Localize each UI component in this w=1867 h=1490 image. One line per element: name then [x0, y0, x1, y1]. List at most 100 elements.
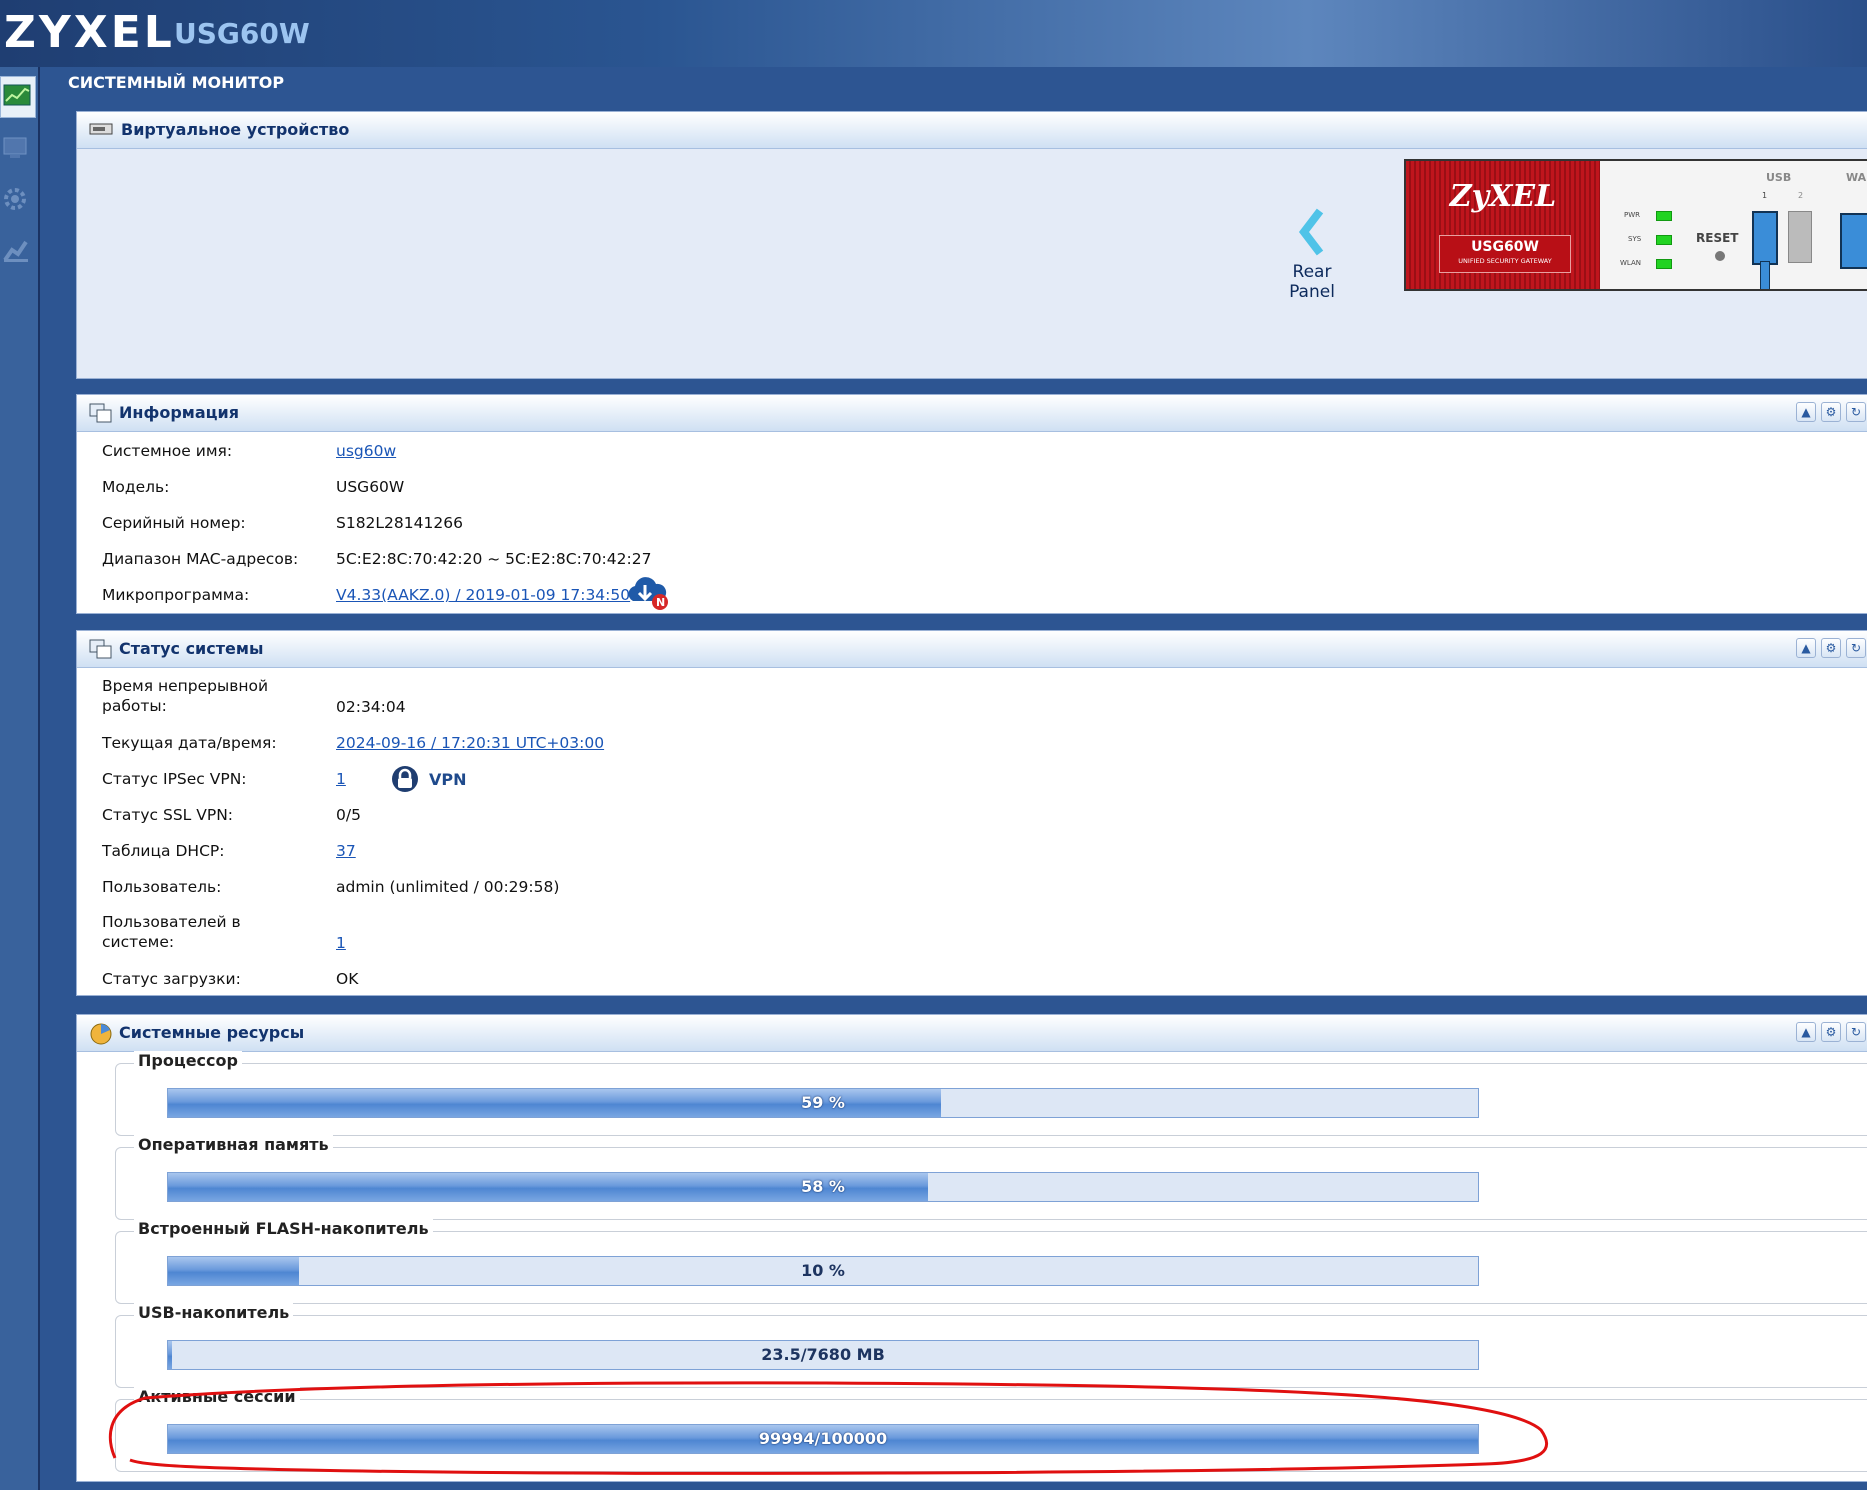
system-status-title: Статус системы [119, 639, 264, 658]
device-model-badge: USG60W UNIFIED SECURITY GATEWAY [1439, 235, 1571, 273]
memory-usage-group: Оперативная память 58 % [115, 1135, 1867, 1220]
information-icon [89, 403, 113, 427]
usb-port-2[interactable] [1788, 211, 1812, 263]
vpn-lock-icon [391, 764, 419, 798]
virtual-device-title: Виртуальное устройство [121, 120, 350, 139]
user-value: admin (unlimited / 00:29:58) [336, 878, 560, 896]
system-status-header: Статус системы ▲ ⚙ ↻ [77, 631, 1867, 668]
device-model-badge-text: USG60W [1471, 239, 1539, 255]
device-logo: ZyXEL [1449, 179, 1557, 214]
information-panel: Информация ▲ ⚙ ↻ Системное имя: usg60w М… [76, 394, 1867, 614]
uptime-label-line2: работы: [102, 697, 167, 715]
maintenance-icon[interactable] [0, 232, 34, 272]
cpu-usage-bar: 59 % [167, 1088, 1479, 1118]
flash-usage-bar: 10 % [167, 1256, 1479, 1286]
users-online-link[interactable]: 1 [336, 933, 346, 953]
wan-label: WA [1846, 171, 1867, 184]
current-datetime-link[interactable]: 2024-09-16 / 17:20:31 UTC+03:00 [336, 733, 604, 753]
top-bar: ZYXEL USG60W [0, 0, 1867, 67]
serial-number-value: S182L28141266 [336, 514, 463, 532]
refresh-button[interactable]: ↻ [1846, 1022, 1866, 1042]
system-status-panel: Статус системы ▲ ⚙ ↻ Время непрерывной р… [76, 630, 1867, 996]
device-model-title: USG60W [174, 17, 310, 50]
settings-button[interactable]: ⚙ [1821, 638, 1841, 658]
memory-usage-value: 58 % [801, 1177, 845, 1196]
active-sessions-group: Активные сессии 99994/100000 [115, 1387, 1867, 1472]
left-navigation [0, 67, 40, 1490]
cpu-usage-label: Процессор [134, 1051, 242, 1070]
ssl-vpn-label: Статус SSL VPN: [102, 806, 234, 824]
boot-status-label: Статус загрузки: [102, 970, 241, 988]
information-header: Информация ▲ ⚙ ↻ [77, 395, 1867, 432]
monitor-icon[interactable] [0, 128, 34, 168]
ipsec-vpn-label: Статус IPSec VPN: [102, 770, 247, 788]
information-title: Информация [119, 403, 239, 422]
usb-storage-value: 23.5/7680 MB [761, 1345, 885, 1364]
vpn-badge-label: VPN [429, 770, 467, 789]
cpu-usage-value: 59 % [801, 1093, 845, 1112]
svg-text:N: N [656, 596, 665, 609]
reset-button[interactable] [1715, 251, 1725, 261]
collapse-button[interactable]: ▲ [1796, 402, 1816, 422]
usb-storage-label: USB-накопитель [134, 1303, 294, 1322]
dhcp-table-link[interactable]: 37 [336, 841, 356, 861]
usb-cable [1760, 261, 1770, 289]
settings-button[interactable]: ⚙ [1821, 1022, 1841, 1042]
uptime-label: Время непрерывной работы: [102, 676, 268, 716]
active-sessions-label: Активные сессии [134, 1387, 300, 1406]
cpu-usage-group: Процессор 59 % [115, 1051, 1867, 1136]
settings-button[interactable]: ⚙ [1821, 402, 1841, 422]
boot-status-value: OK [336, 970, 359, 988]
collapse-button[interactable]: ▲ [1796, 638, 1816, 658]
rear-panel-label-line1: Rear [1292, 262, 1332, 282]
rear-panel-button[interactable]: Rear Panel [1272, 207, 1352, 302]
device-brand-plate: ZyXEL USG60W UNIFIED SECURITY GATEWAY [1406, 161, 1600, 289]
led-label-pwr: PWR [1624, 211, 1641, 219]
firmware-label: Микропрограмма: [102, 586, 250, 604]
usb-label: USB [1766, 171, 1792, 184]
users-online-label: Пользователей в системе: [102, 912, 241, 952]
device-subtitle: UNIFIED SECURITY GATEWAY [1458, 257, 1552, 265]
system-name-link[interactable]: usg60w [336, 441, 396, 461]
wan-port[interactable] [1840, 213, 1867, 269]
users-online-label-line1: Пользователей в [102, 913, 241, 931]
flash-usage-value: 10 % [801, 1261, 845, 1280]
dashboard-icon[interactable] [0, 76, 36, 118]
flash-usage-group: Встроенный FLASH-накопитель 10 % [115, 1219, 1867, 1304]
brand-logo: ZYXEL [4, 7, 175, 58]
usb-port-1[interactable] [1752, 211, 1778, 265]
ipsec-vpn-link[interactable]: 1 [336, 769, 346, 789]
ssl-vpn-value: 0/5 [336, 806, 361, 824]
system-name-label: Системное имя: [102, 442, 233, 460]
active-sessions-bar: 99994/100000 [167, 1424, 1479, 1454]
usb-storage-group: USB-накопитель 23.5/7680 MB [115, 1303, 1867, 1388]
system-resources-title: Системные ресурсы [119, 1023, 305, 1042]
collapse-button[interactable]: ▲ [1796, 1022, 1816, 1042]
refresh-button[interactable]: ↻ [1846, 638, 1866, 658]
mac-range-value: 5C:E2:8C:70:42:20 ~ 5C:E2:8C:70:42:27 [336, 550, 652, 568]
firmware-update-icon[interactable]: N [625, 575, 671, 615]
firmware-link[interactable]: V4.33(AAKZ.0) / 2019-01-09 17:34:50 [336, 585, 630, 605]
active-sessions-value: 99994/100000 [758, 1429, 888, 1448]
system-resources-header: Системные ресурсы ▲ ⚙ ↻ [77, 1015, 1867, 1052]
current-datetime-label: Текущая дата/время: [102, 734, 277, 752]
reset-label: RESET [1696, 231, 1739, 245]
usb-storage-bar: 23.5/7680 MB [167, 1340, 1479, 1370]
refresh-button[interactable]: ↻ [1846, 402, 1866, 422]
system-resources-panel: Системные ресурсы ▲ ⚙ ↻ Процессор 59 % О… [76, 1014, 1867, 1482]
uptime-label-line1: Время непрерывной [102, 677, 269, 695]
configuration-icon[interactable] [0, 180, 34, 220]
rear-panel-label-line2: Panel [1289, 282, 1335, 302]
left-navigation-divider [38, 67, 40, 1490]
system-resources-icon [89, 1023, 113, 1049]
dhcp-table-label: Таблица DHCP: [102, 842, 225, 860]
device-front-panel[interactable]: ZyXEL USG60W UNIFIED SECURITY GATEWAY PW… [1404, 159, 1867, 291]
flash-usage-label: Встроенный FLASH-накопитель [134, 1219, 433, 1238]
page-title: СИСТЕМНЫЙ МОНИТОР [68, 73, 285, 92]
led-label-sys: SYS [1628, 235, 1642, 243]
memory-usage-bar: 58 % [167, 1172, 1479, 1202]
virtual-device-header: Виртуальное устройство [77, 112, 1867, 149]
memory-usage-label: Оперативная память [134, 1135, 333, 1154]
users-online-label-line2: системе: [102, 933, 175, 951]
model-label: Модель: [102, 478, 170, 496]
